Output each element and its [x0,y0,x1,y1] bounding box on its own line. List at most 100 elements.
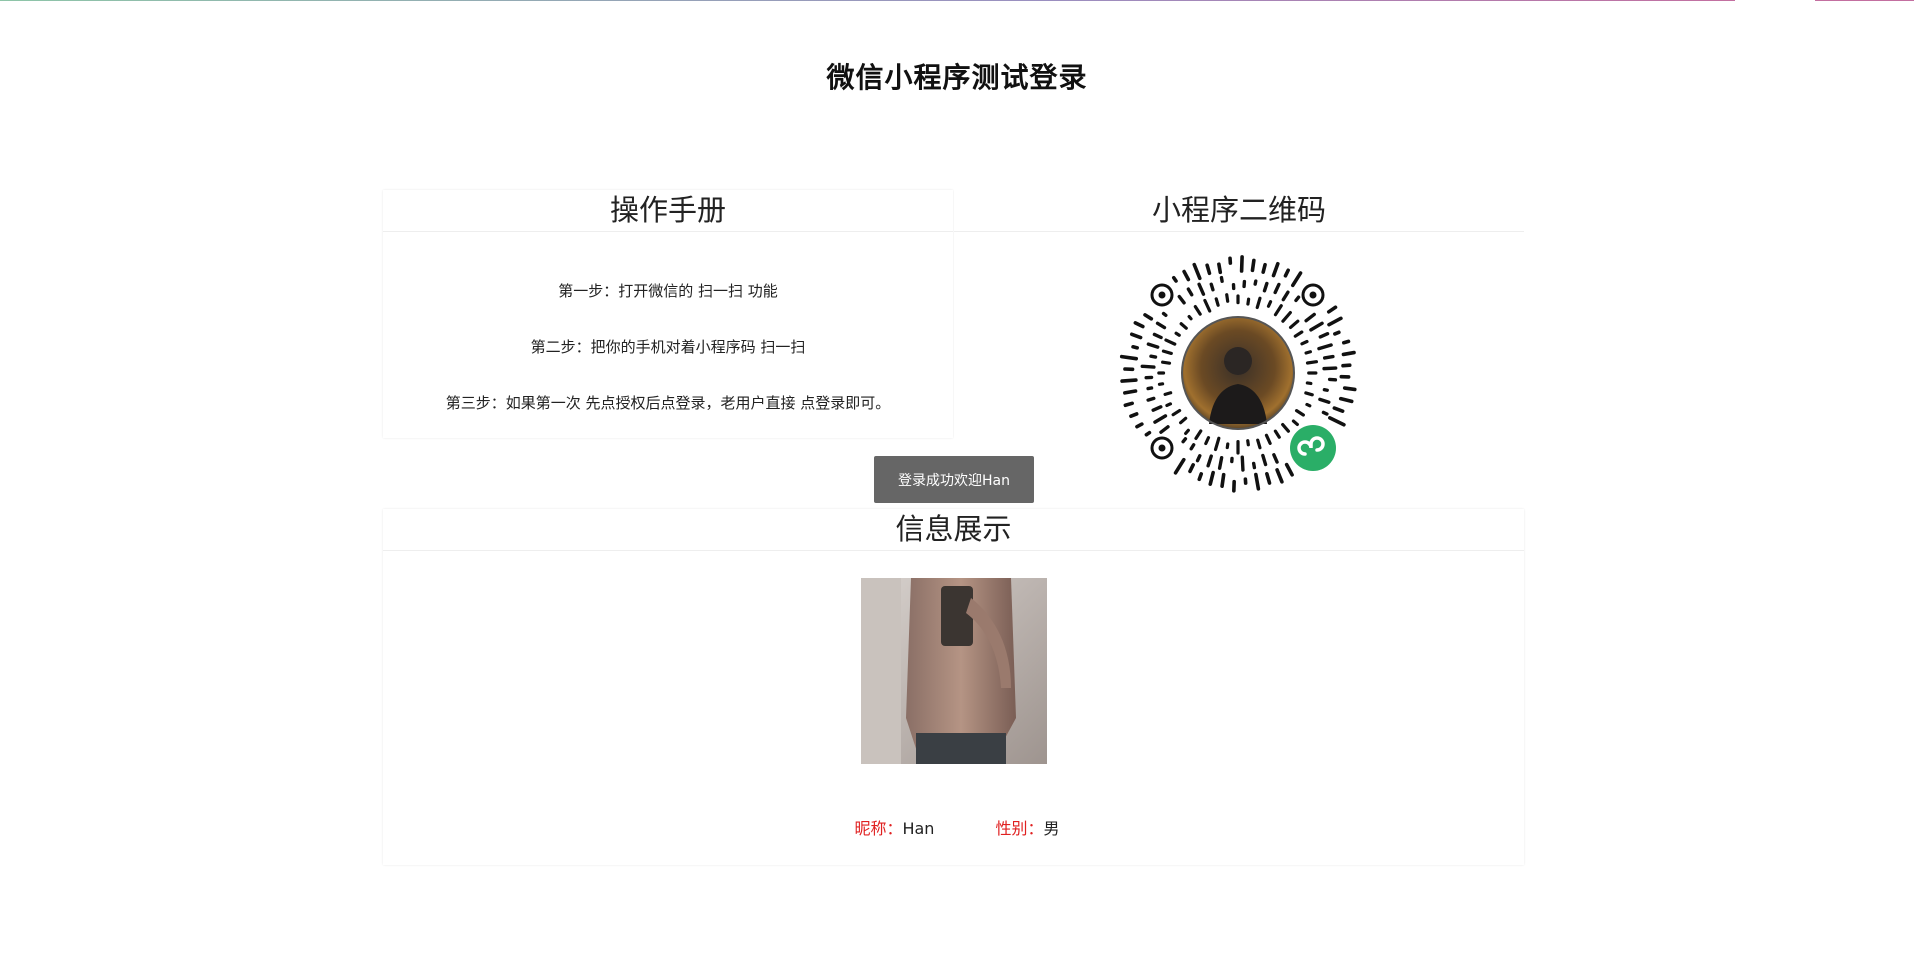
step-2: 第二步：把你的手机对着小程序码 扫一扫 [530,338,806,356]
qr-ray [1322,366,1338,371]
qr-ray [1208,470,1215,486]
qr-ray [1197,282,1206,296]
qr-ray [1164,338,1177,346]
qr-ray [1197,472,1204,482]
qr-ray [1255,296,1262,310]
qr-ray [1161,349,1173,356]
qr-ray [1161,311,1168,318]
qr-ray [1338,396,1354,404]
qr-ray [1146,396,1156,402]
qr-ray [1188,463,1195,474]
manual-panel: 操作手册 第一步：打开微信的 扫一扫 功能 第二步：把你的手机对着小程序码 扫一… [383,190,953,438]
qr-ray [1220,472,1226,488]
qr-ray [1214,297,1220,307]
qr-ray [1291,419,1299,427]
gender-group: 性别：男 [996,815,1060,839]
qr-ray [1179,416,1188,425]
qr-ray [1304,312,1316,323]
qr-ray [1171,408,1182,417]
qr-ray [1273,304,1283,317]
qr-ray [1300,339,1309,346]
step-3: 第三步：如果第一次 先点授权后点登录，老用户直接 点登录即可。 [445,394,891,412]
qr-ray [1159,425,1170,434]
qr-ray [1341,339,1351,345]
qr-ray [1146,386,1154,391]
qr-ray [1177,294,1186,305]
qr-ray [1332,406,1345,413]
qr-ray [1187,315,1193,321]
qr-ray [1206,454,1213,468]
qr-ray [1305,402,1312,408]
qr-ray [1341,350,1356,357]
qr-ray [1151,405,1163,412]
qr-ray [1131,344,1139,350]
qr-ray [1321,410,1329,416]
qr-ray [1205,263,1212,276]
step-1: 第一步：打开微信的 扫一扫 功能 [558,282,778,300]
nickname-value: Han [902,819,935,838]
page-title: 微信小程序测试登录 [826,61,1088,94]
qr-ray [1264,433,1272,445]
login-button[interactable]: 登录成功欢迎Han [874,456,1034,503]
qr-ray [1155,321,1167,330]
top-accent-line [0,0,1735,1]
qr-ray [1209,282,1215,292]
qr-ray [1135,422,1144,429]
qr-ray [1291,271,1303,288]
mini-program-code [1117,246,1372,501]
qr-ray [1262,281,1269,293]
qr-ray [1189,443,1196,451]
manual-steps: 第一步：打开微信的 扫一扫 功能 第二步：把你的手机对着小程序码 扫一扫 第三步… [383,232,953,448]
qr-ray [1181,437,1188,444]
qr-ray [1288,319,1300,330]
qr-ray [1327,316,1343,327]
qr-ray [1129,412,1139,419]
qr-ray [1283,268,1290,278]
qr-ray [1204,436,1211,446]
qr-panel: 小程序二维码 [954,190,1524,493]
gender-value: 男 [1043,819,1060,838]
top-accent-line-right [1815,0,1914,1]
qr-ray [1129,332,1143,340]
qr-ray [1251,461,1257,470]
qr-ray [1171,275,1178,283]
qr-ray [1219,275,1224,283]
qr-ray [1281,290,1290,302]
qr-ray [1193,305,1202,316]
qr-ray [1322,387,1329,392]
user-meta: 昵称：Han 性别：男 [0,815,1914,839]
qr-ray [1318,332,1330,339]
qr-ray [1266,300,1273,308]
qr-ray [1203,298,1212,313]
mini-program-logo-icon [1287,422,1339,474]
mini-program-code-image [1119,255,1357,493]
qr-ray [1322,354,1335,360]
qr-ray [1342,386,1357,392]
qr-ray [1225,293,1230,303]
qr-ray [1133,321,1145,329]
qr-heading: 小程序二维码 [954,190,1524,232]
qr-ray [1240,455,1245,472]
qr-ray [1271,261,1280,278]
manual-heading: 操作手册 [383,190,953,232]
qr-ray [1217,456,1224,470]
nickname-label: 昵称： [854,819,903,838]
qr-ray [1246,297,1251,306]
qr-ray [1294,295,1301,303]
qr-ray [1318,397,1331,404]
qr-ray [1165,402,1173,408]
qr-ray [1163,391,1173,396]
qr-ray [1161,360,1172,365]
qr-ray [1281,311,1292,323]
info-heading: 信息展示 [383,509,1524,551]
qr-ray [1192,262,1202,281]
qr-ray [1273,282,1281,295]
qr-ray [1123,401,1134,408]
qr-ray [1194,429,1203,440]
qr-ray [1195,454,1202,463]
qr-ray [1273,429,1281,439]
qr-ray [1152,332,1163,340]
qr-ray [1328,416,1346,427]
qr-ray [1275,468,1284,484]
qr-ray [1123,389,1138,395]
